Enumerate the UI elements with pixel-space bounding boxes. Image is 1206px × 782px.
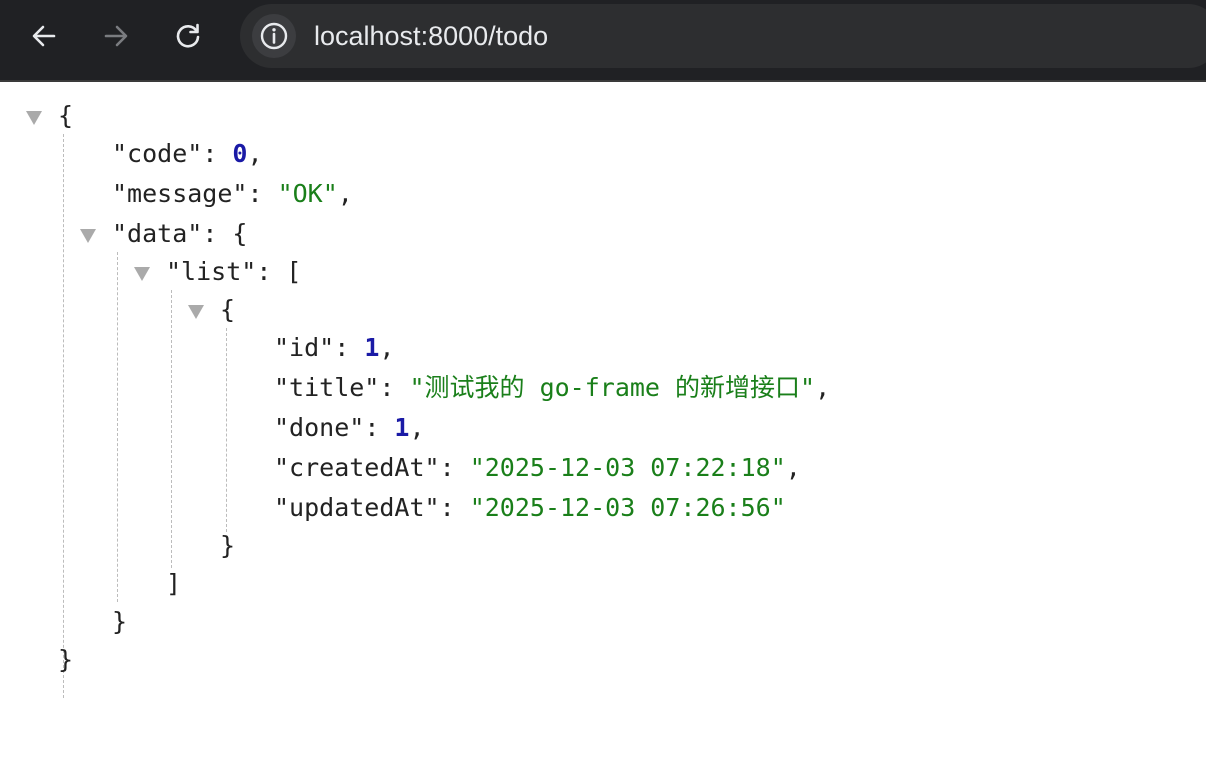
json-line: "list": [ <box>166 257 302 286</box>
json-string-value: "测试我的 go-frame 的新增接口" <box>409 373 816 402</box>
arrow-right-icon <box>104 25 128 47</box>
list-close-bracket: ] <box>166 569 182 598</box>
json-line: } <box>220 530 235 562</box>
reload-icon <box>176 23 200 48</box>
json-string-value: "OK" <box>277 179 338 208</box>
url-text[interactable]: localhost:8000/todo <box>314 20 548 52</box>
json-viewer: { "code": 0, "message": "OK", "data": { … <box>0 82 1206 782</box>
item-guide-line <box>226 328 227 532</box>
collapse-list-icon[interactable] <box>134 267 150 281</box>
json-line: "updatedAt": "2025-12-03 07:26:56" <box>274 493 786 522</box>
address-bar[interactable]: localhost:8000/todo <box>240 4 1206 68</box>
json-key: "id" <box>274 333 335 362</box>
json-number-value: 0 <box>232 139 248 168</box>
data-close-brace: } <box>112 607 128 636</box>
root-open-brace: { <box>58 101 74 130</box>
json-line: } <box>58 644 73 676</box>
json-key: "code" <box>112 139 203 168</box>
json-string-value: "2025-12-03 07:22:18" <box>469 453 786 482</box>
arrow-left-icon <box>32 25 56 47</box>
collapse-data-icon[interactable] <box>80 229 96 243</box>
item-close-brace: } <box>220 531 236 560</box>
json-key: "done" <box>274 413 365 442</box>
json-line: "title": "测试我的 go-frame 的新增接口", <box>274 373 831 402</box>
json-line: "code": 0, <box>112 139 263 168</box>
reload-button[interactable] <box>166 14 210 58</box>
json-line: "id": 1, <box>274 333 395 362</box>
json-line: { <box>58 100 73 132</box>
json-key: "message" <box>112 179 248 208</box>
item-open-brace: { <box>220 295 236 324</box>
json-key: "title" <box>274 373 380 402</box>
collapse-item-icon[interactable] <box>188 305 204 319</box>
json-line: "message": "OK", <box>112 179 353 208</box>
back-button[interactable] <box>22 14 66 58</box>
json-number-value: 1 <box>394 413 410 442</box>
root-guide-line <box>63 134 64 698</box>
json-line: "done": 1, <box>274 413 425 442</box>
json-number-value: 1 <box>364 333 380 362</box>
json-key: "data" <box>112 219 203 248</box>
json-key: "list" <box>166 257 257 286</box>
json-string-value: "2025-12-03 07:26:56" <box>469 493 786 522</box>
json-key: "createdAt" <box>274 453 440 482</box>
list-guide-line <box>171 290 172 568</box>
json-line: "data": { <box>112 219 248 248</box>
json-line: "createdAt": "2025-12-03 07:22:18", <box>274 453 801 482</box>
browser-toolbar: localhost:8000/todo <box>0 0 1206 82</box>
site-info-icon[interactable] <box>252 14 296 58</box>
forward-button[interactable] <box>94 14 138 58</box>
json-line: ] <box>166 568 181 600</box>
json-key: "updatedAt" <box>274 493 440 522</box>
json-line: } <box>112 606 127 638</box>
json-line: { <box>220 294 235 326</box>
data-guide-line <box>117 252 118 602</box>
collapse-root-icon[interactable] <box>26 111 42 125</box>
root-close-brace: } <box>58 645 74 674</box>
